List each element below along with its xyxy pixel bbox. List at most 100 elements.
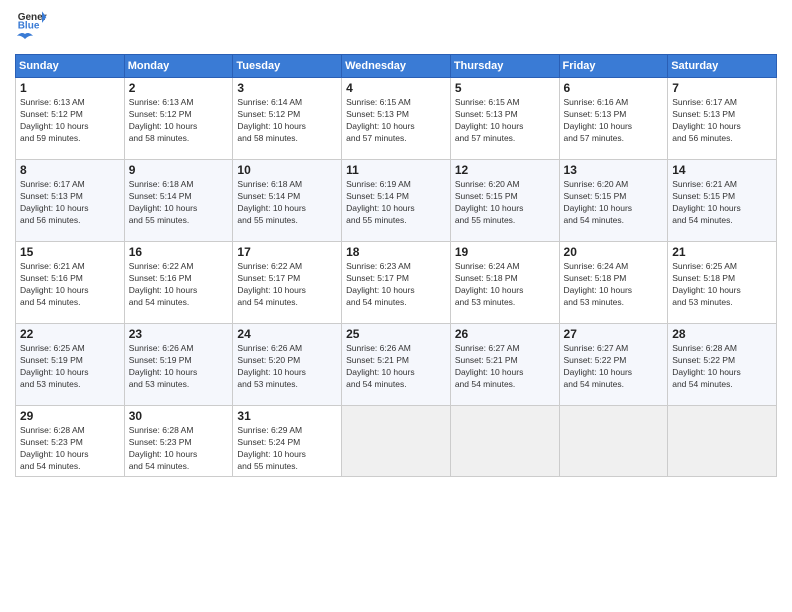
day-info: Sunrise: 6:25 AMSunset: 5:19 PMDaylight:… xyxy=(20,343,120,391)
calendar-header-saturday: Saturday xyxy=(668,55,777,78)
day-info: Sunrise: 6:26 AMSunset: 5:19 PMDaylight:… xyxy=(129,343,229,391)
day-number: 10 xyxy=(237,163,337,177)
calendar-cell: 24 Sunrise: 6:26 AMSunset: 5:20 PMDaylig… xyxy=(233,324,342,406)
calendar-cell: 22 Sunrise: 6:25 AMSunset: 5:19 PMDaylig… xyxy=(16,324,125,406)
day-number: 8 xyxy=(20,163,120,177)
day-number: 19 xyxy=(455,245,555,259)
day-number: 9 xyxy=(129,163,229,177)
day-info: Sunrise: 6:28 AMSunset: 5:23 PMDaylight:… xyxy=(129,425,229,473)
calendar-cell: 6 Sunrise: 6:16 AMSunset: 5:13 PMDayligh… xyxy=(559,78,668,160)
calendar-cell: 1 Sunrise: 6:13 AMSunset: 5:12 PMDayligh… xyxy=(16,78,125,160)
day-number: 12 xyxy=(455,163,555,177)
day-number: 25 xyxy=(346,327,446,341)
day-info: Sunrise: 6:22 AMSunset: 5:17 PMDaylight:… xyxy=(237,261,337,309)
day-info: Sunrise: 6:15 AMSunset: 5:13 PMDaylight:… xyxy=(455,97,555,145)
day-info: Sunrise: 6:27 AMSunset: 5:22 PMDaylight:… xyxy=(564,343,664,391)
calendar-header-sunday: Sunday xyxy=(16,55,125,78)
day-info: Sunrise: 6:14 AMSunset: 5:12 PMDaylight:… xyxy=(237,97,337,145)
calendar-cell: 16 Sunrise: 6:22 AMSunset: 5:16 PMDaylig… xyxy=(124,242,233,324)
calendar-cell: 26 Sunrise: 6:27 AMSunset: 5:21 PMDaylig… xyxy=(450,324,559,406)
day-info: Sunrise: 6:19 AMSunset: 5:14 PMDaylight:… xyxy=(346,179,446,227)
calendar-header-monday: Monday xyxy=(124,55,233,78)
day-info: Sunrise: 6:17 AMSunset: 5:13 PMDaylight:… xyxy=(20,179,120,227)
day-number: 3 xyxy=(237,81,337,95)
calendar-cell: 27 Sunrise: 6:27 AMSunset: 5:22 PMDaylig… xyxy=(559,324,668,406)
day-number: 17 xyxy=(237,245,337,259)
day-info: Sunrise: 6:18 AMSunset: 5:14 PMDaylight:… xyxy=(237,179,337,227)
day-info: Sunrise: 6:13 AMSunset: 5:12 PMDaylight:… xyxy=(20,97,120,145)
day-info: Sunrise: 6:18 AMSunset: 5:14 PMDaylight:… xyxy=(129,179,229,227)
calendar-cell: 20 Sunrise: 6:24 AMSunset: 5:18 PMDaylig… xyxy=(559,242,668,324)
calendar-cell: 2 Sunrise: 6:13 AMSunset: 5:12 PMDayligh… xyxy=(124,78,233,160)
day-number: 23 xyxy=(129,327,229,341)
calendar-cell: 23 Sunrise: 6:26 AMSunset: 5:19 PMDaylig… xyxy=(124,324,233,406)
day-number: 16 xyxy=(129,245,229,259)
day-info: Sunrise: 6:24 AMSunset: 5:18 PMDaylight:… xyxy=(564,261,664,309)
day-info: Sunrise: 6:25 AMSunset: 5:18 PMDaylight:… xyxy=(672,261,772,309)
calendar-cell: 4 Sunrise: 6:15 AMSunset: 5:13 PMDayligh… xyxy=(342,78,451,160)
page-container: General Blue SundayMondayTuesdayWednesda… xyxy=(0,0,792,487)
day-number: 20 xyxy=(564,245,664,259)
day-number: 14 xyxy=(672,163,772,177)
day-number: 13 xyxy=(564,163,664,177)
day-number: 4 xyxy=(346,81,446,95)
day-number: 31 xyxy=(237,409,337,423)
day-info: Sunrise: 6:27 AMSunset: 5:21 PMDaylight:… xyxy=(455,343,555,391)
day-number: 15 xyxy=(20,245,120,259)
day-info: Sunrise: 6:26 AMSunset: 5:20 PMDaylight:… xyxy=(237,343,337,391)
day-number: 30 xyxy=(129,409,229,423)
day-number: 24 xyxy=(237,327,337,341)
calendar-cell: 8 Sunrise: 6:17 AMSunset: 5:13 PMDayligh… xyxy=(16,160,125,242)
day-info: Sunrise: 6:13 AMSunset: 5:12 PMDaylight:… xyxy=(129,97,229,145)
calendar-table: SundayMondayTuesdayWednesdayThursdayFrid… xyxy=(15,54,777,477)
day-info: Sunrise: 6:16 AMSunset: 5:13 PMDaylight:… xyxy=(564,97,664,145)
day-number: 26 xyxy=(455,327,555,341)
calendar-cell: 5 Sunrise: 6:15 AMSunset: 5:13 PMDayligh… xyxy=(450,78,559,160)
calendar-cell: 14 Sunrise: 6:21 AMSunset: 5:15 PMDaylig… xyxy=(668,160,777,242)
day-number: 5 xyxy=(455,81,555,95)
calendar-cell xyxy=(450,406,559,477)
calendar-cell xyxy=(342,406,451,477)
day-number: 22 xyxy=(20,327,120,341)
calendar-cell: 15 Sunrise: 6:21 AMSunset: 5:16 PMDaylig… xyxy=(16,242,125,324)
calendar-cell: 25 Sunrise: 6:26 AMSunset: 5:21 PMDaylig… xyxy=(342,324,451,406)
calendar-header-thursday: Thursday xyxy=(450,55,559,78)
calendar-cell: 3 Sunrise: 6:14 AMSunset: 5:12 PMDayligh… xyxy=(233,78,342,160)
day-number: 1 xyxy=(20,81,120,95)
day-number: 6 xyxy=(564,81,664,95)
day-number: 21 xyxy=(672,245,772,259)
calendar-header-tuesday: Tuesday xyxy=(233,55,342,78)
day-info: Sunrise: 6:21 AMSunset: 5:16 PMDaylight:… xyxy=(20,261,120,309)
day-number: 18 xyxy=(346,245,446,259)
calendar-cell: 7 Sunrise: 6:17 AMSunset: 5:13 PMDayligh… xyxy=(668,78,777,160)
day-number: 11 xyxy=(346,163,446,177)
logo-icon: General Blue xyxy=(17,10,47,30)
day-info: Sunrise: 6:26 AMSunset: 5:21 PMDaylight:… xyxy=(346,343,446,391)
day-info: Sunrise: 6:21 AMSunset: 5:15 PMDaylight:… xyxy=(672,179,772,227)
svg-text:Blue: Blue xyxy=(18,21,40,30)
calendar-cell: 11 Sunrise: 6:19 AMSunset: 5:14 PMDaylig… xyxy=(342,160,451,242)
day-number: 28 xyxy=(672,327,772,341)
day-number: 2 xyxy=(129,81,229,95)
header: General Blue xyxy=(15,10,777,46)
calendar-cell: 13 Sunrise: 6:20 AMSunset: 5:15 PMDaylig… xyxy=(559,160,668,242)
calendar-cell xyxy=(559,406,668,477)
day-info: Sunrise: 6:20 AMSunset: 5:15 PMDaylight:… xyxy=(455,179,555,227)
calendar-cell: 18 Sunrise: 6:23 AMSunset: 5:17 PMDaylig… xyxy=(342,242,451,324)
day-info: Sunrise: 6:29 AMSunset: 5:24 PMDaylight:… xyxy=(237,425,337,473)
calendar-cell: 10 Sunrise: 6:18 AMSunset: 5:14 PMDaylig… xyxy=(233,160,342,242)
calendar-cell xyxy=(668,406,777,477)
calendar-header-friday: Friday xyxy=(559,55,668,78)
day-info: Sunrise: 6:24 AMSunset: 5:18 PMDaylight:… xyxy=(455,261,555,309)
calendar-cell: 19 Sunrise: 6:24 AMSunset: 5:18 PMDaylig… xyxy=(450,242,559,324)
day-info: Sunrise: 6:20 AMSunset: 5:15 PMDaylight:… xyxy=(564,179,664,227)
logo: General Blue xyxy=(15,10,47,46)
calendar-cell: 9 Sunrise: 6:18 AMSunset: 5:14 PMDayligh… xyxy=(124,160,233,242)
day-info: Sunrise: 6:15 AMSunset: 5:13 PMDaylight:… xyxy=(346,97,446,145)
day-number: 27 xyxy=(564,327,664,341)
day-info: Sunrise: 6:22 AMSunset: 5:16 PMDaylight:… xyxy=(129,261,229,309)
calendar-cell: 31 Sunrise: 6:29 AMSunset: 5:24 PMDaylig… xyxy=(233,406,342,477)
day-number: 7 xyxy=(672,81,772,95)
calendar-header-wednesday: Wednesday xyxy=(342,55,451,78)
calendar-cell: 17 Sunrise: 6:22 AMSunset: 5:17 PMDaylig… xyxy=(233,242,342,324)
